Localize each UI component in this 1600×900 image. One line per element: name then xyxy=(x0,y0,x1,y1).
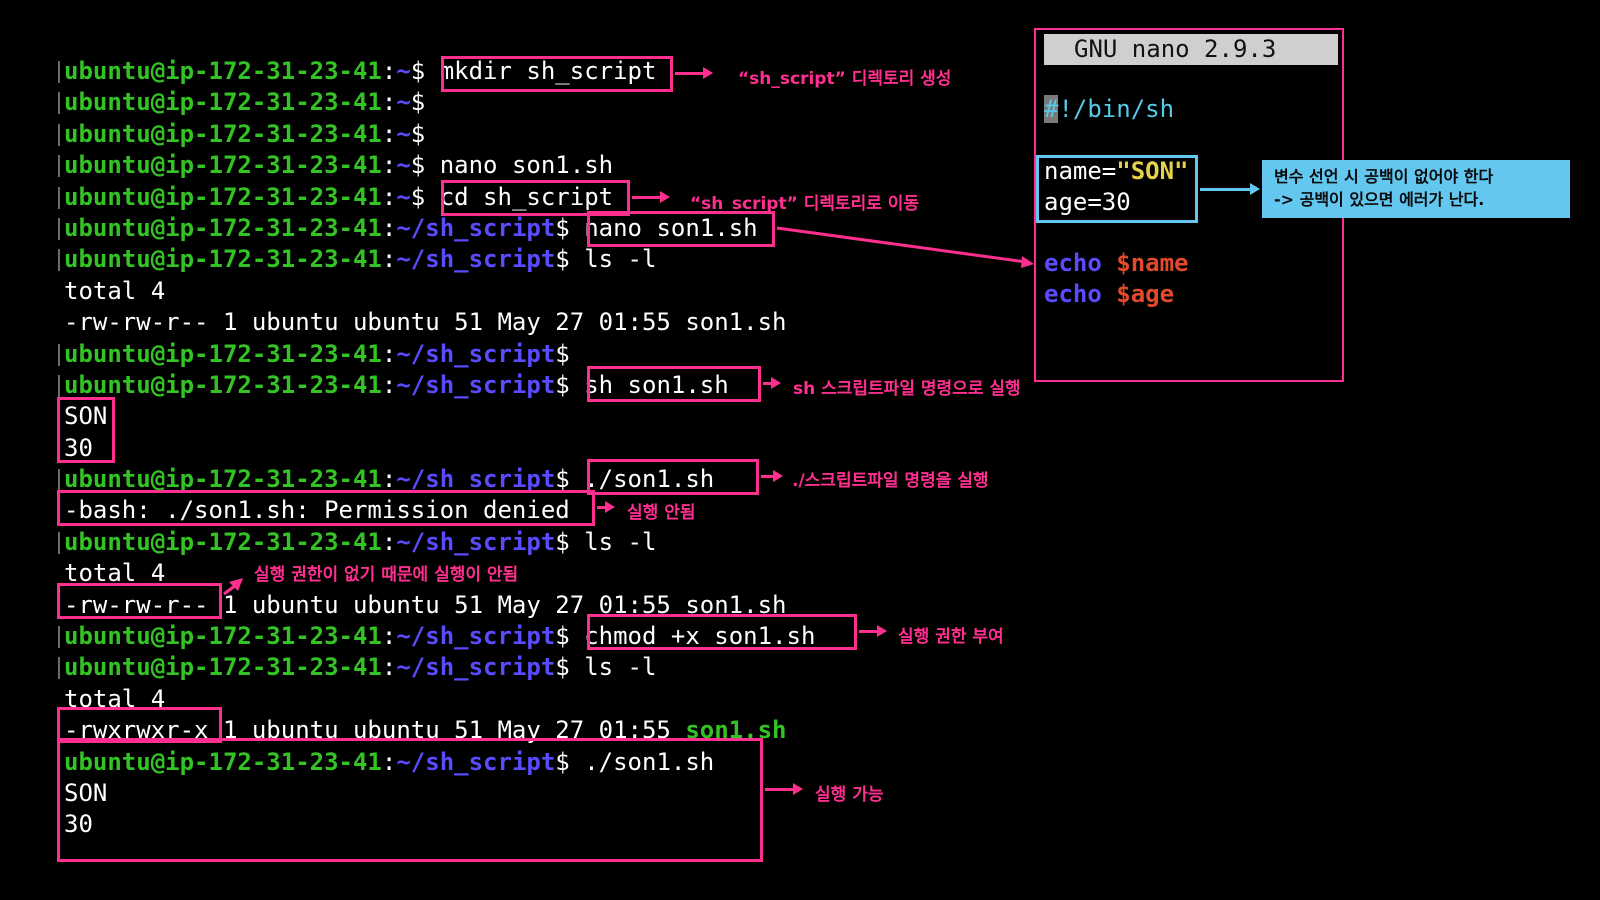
annotation-runnable: 실행 가능 xyxy=(815,785,884,805)
arrow-var-note xyxy=(1200,183,1260,195)
variable-note-line1: 변수 선언 시 공백이 없어야 한다 xyxy=(1274,167,1494,186)
nano-header: GNU nano 2.9.3 xyxy=(1044,34,1338,65)
annotation-denied: 실행 안됨 xyxy=(627,503,696,523)
arrow-nano-link xyxy=(223,226,1034,596)
annotation-no-perm: 실행 권한이 없기 때문에 실행이 안됨 xyxy=(254,565,519,585)
annotation-sh-run: sh 스크립트파일 명령으로 실행 xyxy=(793,379,1021,399)
highlight-var-decl xyxy=(1036,155,1198,223)
variable-note-line2: -> 공백이 있으면 에러가 난다. xyxy=(1274,190,1485,209)
nano-echo-age: echo $age xyxy=(1044,280,1175,308)
nano-echo-name: echo $name xyxy=(1044,249,1189,277)
annotation-mkdir: “sh_script” 디렉토리 생성 xyxy=(738,69,952,89)
annotation-cd: “sh_script” 디렉토리로 이동 xyxy=(690,194,920,214)
annotation-dot-run: ./스크립트파일 명령을 실행 xyxy=(792,471,989,491)
annotation-chmod: 실행 권한 부여 xyxy=(898,627,1004,647)
nano-shebang: #!/bin/sh xyxy=(1044,95,1175,123)
variable-note: 변수 선언 시 공백이 없어야 한다 -> 공백이 있으면 에러가 난다. xyxy=(1262,160,1570,218)
